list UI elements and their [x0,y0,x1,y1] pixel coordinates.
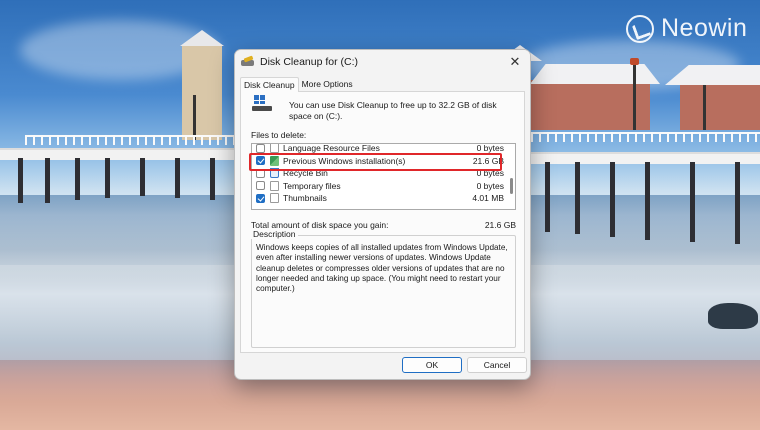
file-name: Temporary files [283,180,341,191]
close-icon: ✕ [509,54,521,69]
tab-panel: You can use Disk Cleanup to free up to 3… [240,91,525,353]
watermark-text: Neowin [661,14,748,42]
pier-post [735,162,740,244]
disk-cleanup-dialog: Disk Cleanup for (C:) ✕ Disk Cleanup Mor… [234,49,531,380]
list-item[interactable]: Temporary files 0 bytes [252,180,504,193]
pier-deck [0,148,236,160]
pier-post [210,158,215,200]
tab-strip: Disk Cleanup More Options [240,77,530,92]
window-title: Disk Cleanup for (C:) [260,56,359,68]
checkbox[interactable] [256,181,265,191]
neowin-watermark: Neowin [626,14,747,43]
cancel-button[interactable]: Cancel [467,357,527,373]
ok-button[interactable]: OK [402,357,462,373]
pier-tower-roof [180,30,224,46]
pier-railing [531,132,760,142]
pier-post [575,162,580,234]
pier-post [45,158,50,203]
disk-cleanup-icon [241,55,254,67]
title-bar[interactable]: Disk Cleanup for (C:) ✕ [235,50,530,74]
pier-post [75,158,80,200]
pier-post [140,158,145,196]
pier-house [680,80,760,130]
file-size: 0 bytes [476,180,504,191]
pier-post [105,158,110,198]
pier-post [545,162,550,232]
pier-house [530,80,650,130]
total-value: 21.6 GB [484,220,516,230]
pier-railing [25,135,235,145]
file-size: 0 bytes [476,143,504,154]
pier-post [645,162,650,240]
file-name: Thumbnails [283,193,327,204]
highlight-box [249,153,502,171]
pier-post [175,158,180,198]
pier-post [690,162,695,242]
rock [708,303,758,329]
lamp-post [633,65,636,130]
pier-post [18,158,23,203]
neowin-logo-icon [626,14,654,43]
list-item[interactable]: Thumbnails 4.01 MB [252,192,504,205]
document-icon [270,144,279,154]
document-icon [270,180,279,191]
document-icon [270,193,279,204]
description-label: Description [251,229,298,239]
lamp-head [630,58,639,65]
tab-disk-cleanup[interactable]: Disk Cleanup [240,77,299,92]
pier-tower [182,45,222,140]
dialog-footer: OK Cancel [235,351,530,379]
description-text: Windows keeps copies of all installed up… [256,243,508,294]
checkbox[interactable] [256,193,265,203]
close-button[interactable]: ✕ [500,50,530,74]
file-name: Language Resource Files [283,143,380,154]
checkbox[interactable] [256,144,265,153]
pier-house-roof [530,64,660,84]
lamp-post [193,95,196,140]
intro-text: You can use Disk Cleanup to free up to 3… [289,100,497,121]
tab-more-options[interactable]: More Options [299,77,356,92]
files-to-delete-label: Files to delete: [251,130,307,140]
pier-post [610,162,615,237]
file-size: 4.01 MB [472,193,504,204]
lamp-post [703,85,706,130]
scrollbar-thumb[interactable] [510,178,513,194]
intro: You can use Disk Cleanup to free up to 3… [252,93,520,122]
windows-drive-icon [252,95,273,113]
